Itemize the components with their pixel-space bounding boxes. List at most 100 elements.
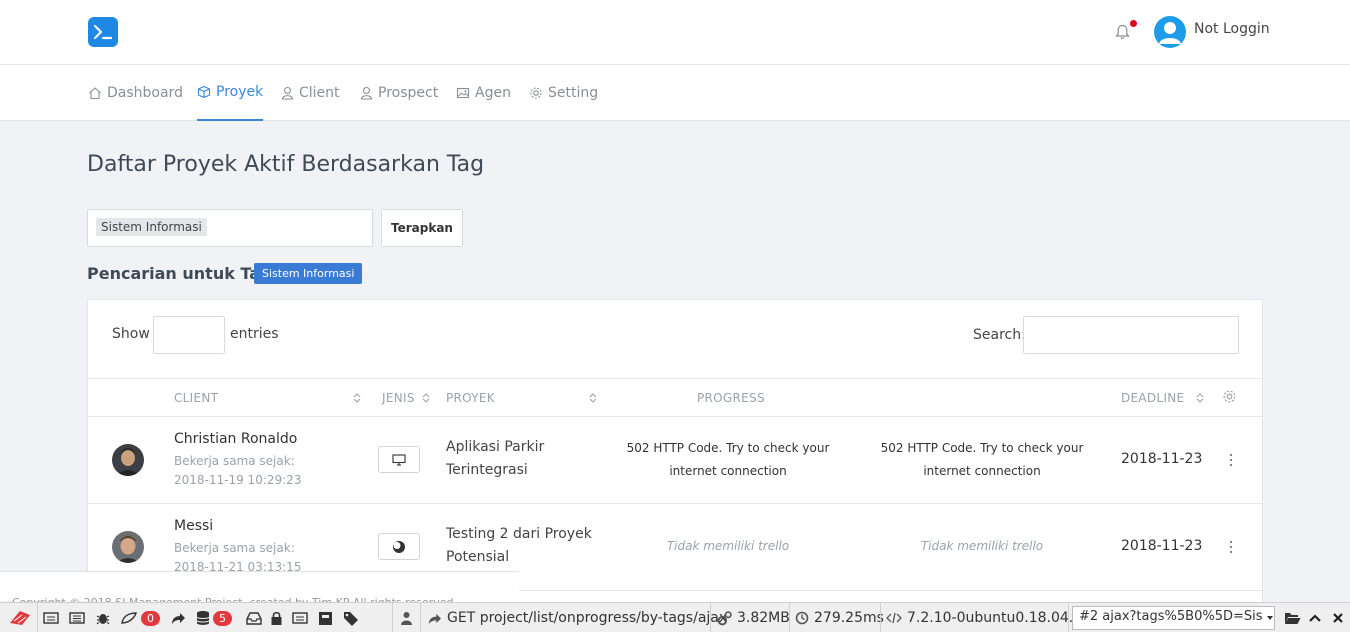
messages-icon[interactable] [43,609,59,627]
tags-icon[interactable] [343,609,360,627]
entries-select[interactable] [153,316,225,354]
terminal-icon [93,24,113,40]
more-options-icon[interactable] [1228,539,1234,555]
time-info[interactable]: 279.25ms [795,609,884,627]
client-name[interactable]: Christian Ronaldo [174,431,297,447]
entries-label: entries [230,326,279,342]
apply-button[interactable]: Terapkan [381,209,463,247]
gear-icon [530,87,542,99]
nav-dashboard[interactable]: Dashboard [88,65,183,121]
progress-trello: Tidak memiliki trello [666,539,790,553]
notification-dot [1130,20,1137,27]
dataset-select[interactable]: #2 ajax?tags%5B0%5D=Sis [1072,606,1275,630]
timeline-icon[interactable]: 0 [120,609,160,627]
user-avatar[interactable] [1154,16,1186,48]
home-icon [89,87,101,100]
database-icon[interactable]: 5 [196,609,232,627]
deadline: 2018-11-23 [1121,451,1203,467]
page-footer: Copyright © 2018 SI Management Project, … [0,571,519,609]
monitor-icon [392,453,406,466]
lock-icon[interactable] [270,609,283,627]
share-icon [428,613,441,624]
progress-trello-secondary: Tidak memiliki trello [920,539,1044,553]
tag-input[interactable]: Sistem Informasi [87,209,373,247]
col-client[interactable]: CLIENT [174,391,218,405]
code-icon [886,612,902,624]
bug-icon[interactable] [95,609,111,627]
search-label: Search: [973,327,1026,343]
inbox-icon[interactable] [246,609,262,627]
nav-client[interactable]: Client [281,65,340,121]
table-search-input[interactable] [1023,316,1239,354]
user-icon[interactable] [400,609,413,627]
top-bar: Not Loggin [0,0,1350,65]
main-nav: Dashboard Proyek Client Prospect Agen Se… [0,65,1350,121]
nav-prospect[interactable]: Prospect [360,65,438,121]
debug-bar: 0 5 GET project/list/onprogress/by-tags/… [0,602,1350,632]
debugbar-logo-icon[interactable] [8,609,32,627]
close-icon[interactable] [1332,609,1344,627]
active-tag-badge: Sistem Informasi [254,263,363,284]
jenis-button[interactable] [378,446,420,473]
request-info[interactable]: GET project/list/onprogress/by-tags/ajax [427,609,727,627]
folder-open-icon[interactable] [1284,609,1301,627]
col-proyek[interactable]: PROYEK [446,391,495,405]
client-photo [112,444,144,476]
nav-client-label: Client [299,85,340,101]
image-icon [456,87,470,99]
table-row[interactable]: Christian Ronaldo Bekerja sama sejak: 20… [88,417,1262,504]
user-icon [281,86,294,100]
nav-proyek-label: Proyek [216,84,264,100]
search-for-label: Pencarian untuk Tag: [87,264,278,283]
dropdown-caret-icon[interactable] [1266,609,1274,627]
progress-trello-secondary: 502 HTTP Code. Try to check your interne… [880,441,1084,478]
cogs-icon [717,610,732,625]
client-avatar [112,531,144,563]
nav-setting[interactable]: Setting [529,65,598,121]
php-info[interactable]: 7.2.10-0ubuntu0.18.04.1 [886,609,1082,627]
memory-value: 3.82MB [737,610,790,626]
nav-agen[interactable]: Agen [456,65,511,121]
app-logo[interactable] [88,17,118,47]
col-jenis[interactable]: JENIS [382,391,415,405]
time-value: 279.25ms [814,610,884,626]
sort-icon[interactable] [421,392,431,404]
nav-proyek[interactable]: Proyek [197,65,264,121]
nav-setting-label: Setting [548,85,599,101]
progress-trello: 502 HTTP Code. Try to check your interne… [626,441,830,478]
more-options-icon[interactable] [1228,452,1234,468]
column-settings-icon[interactable] [1222,389,1237,404]
nav-prospect-label: Prospect [378,85,439,101]
queries-badge: 5 [213,610,232,626]
page-title: Daftar Proyek Aktif Berdasarkan Tag [87,152,485,177]
user-silhouette-icon [1159,22,1181,44]
col-progress: PROGRESS [697,391,765,405]
user-name[interactable]: Not Loggin [1194,21,1270,37]
request-icon[interactable] [69,609,85,627]
client-photo [112,531,144,563]
client-since-label: Bekerja sama sejak: [174,541,295,555]
bell-icon[interactable] [1115,24,1130,40]
share-icon[interactable] [170,609,186,627]
chevron-up-icon[interactable] [1308,609,1322,627]
archive-icon[interactable] [318,609,333,627]
jenis-button[interactable] [378,533,420,560]
project-name[interactable]: Aplikasi Parkir Terintegrasi [446,436,606,482]
clock-icon [795,611,809,625]
php-version: 7.2.10-0ubuntu0.18.04.1 [907,610,1083,626]
memory-info[interactable]: 3.82MB [717,609,790,627]
mail-icon[interactable] [292,609,308,627]
request-route: GET project/list/onprogress/by-tags/ajax [447,610,728,626]
moon-icon [393,540,405,553]
show-label: Show [112,326,150,342]
nav-agen-label: Agen [475,85,511,101]
user-icon [360,86,373,100]
sort-icon[interactable] [1195,392,1205,404]
sort-icon[interactable] [352,392,362,404]
client-name[interactable]: Messi [174,518,213,534]
col-deadline[interactable]: DEADLINE [1121,391,1184,405]
sort-icon[interactable] [588,392,598,404]
tag-chip[interactable]: Sistem Informasi [96,218,207,236]
client-since-label: Bekerja sama sejak: [174,454,295,468]
project-name[interactable]: Testing 2 dari Proyek Potensial [446,523,606,569]
